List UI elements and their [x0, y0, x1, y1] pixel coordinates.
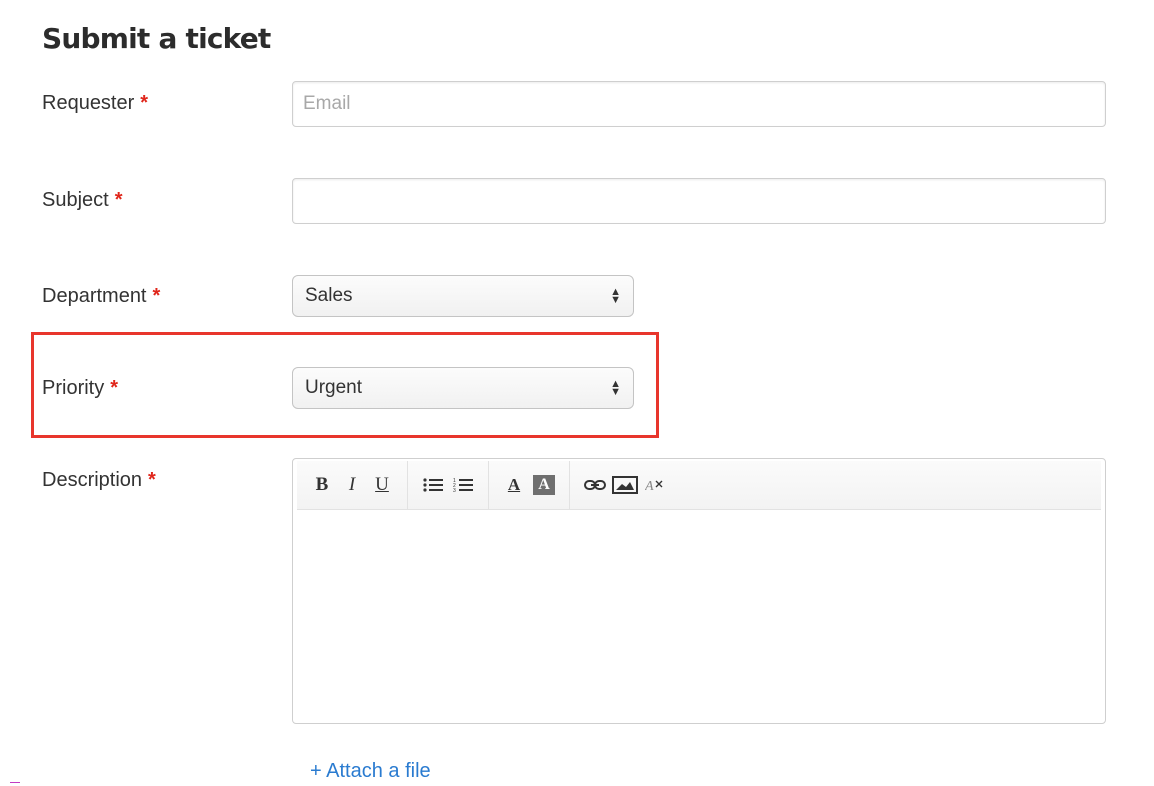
- italic-button[interactable]: I: [337, 470, 367, 500]
- svg-text:A: A: [645, 479, 654, 493]
- description-label: Description *: [42, 469, 156, 492]
- requester-email-input[interactable]: [292, 81, 1106, 127]
- department-label-text: Department: [42, 285, 147, 307]
- priority-selected-value: Urgent: [305, 377, 363, 398]
- toolbar-group-lists: 123: [408, 461, 489, 509]
- divider-mark: [10, 782, 20, 783]
- bullet-list-icon[interactable]: [418, 470, 448, 500]
- requester-label-text: Requester: [42, 92, 135, 114]
- updown-arrows-icon: ▲ ▼: [610, 286, 621, 306]
- required-asterisk: *: [140, 92, 149, 114]
- priority-select[interactable]: Urgent ▲ ▼: [292, 367, 634, 409]
- attach-file-link[interactable]: + Attach a file: [310, 760, 431, 783]
- numbered-list-icon[interactable]: 123: [448, 470, 478, 500]
- updown-arrows-icon: ▲ ▼: [610, 378, 621, 398]
- toolbar-group-colors: A A: [489, 461, 570, 509]
- priority-label: Priority *: [42, 377, 118, 400]
- subject-label: Subject *: [42, 189, 123, 212]
- link-icon[interactable]: [580, 470, 610, 500]
- underline-button[interactable]: U: [367, 470, 397, 500]
- bold-button[interactable]: B: [307, 470, 337, 500]
- required-asterisk: *: [148, 469, 156, 491]
- clear-format-icon[interactable]: A: [640, 470, 670, 500]
- priority-label-text: Priority: [42, 377, 105, 399]
- required-asterisk: *: [114, 189, 123, 211]
- toolbar-group-insert: A: [570, 461, 680, 509]
- svg-text:3: 3: [453, 488, 456, 493]
- required-asterisk: *: [110, 377, 119, 399]
- required-asterisk: *: [152, 285, 161, 307]
- department-selected-value: Sales: [305, 285, 353, 306]
- page-title: Submit a ticket: [42, 22, 271, 55]
- description-label-text: Description: [42, 469, 143, 491]
- image-icon[interactable]: [610, 470, 640, 500]
- highlight-color-button[interactable]: A: [529, 470, 559, 500]
- department-select[interactable]: Sales ▲ ▼: [292, 275, 634, 317]
- toolbar-group-text-style: B I U: [297, 461, 408, 509]
- editor-toolbar: B I U 123 A A A: [297, 461, 1101, 510]
- font-color-button[interactable]: A: [499, 470, 529, 500]
- highlight-color-icon: A: [533, 475, 555, 495]
- subject-label-text: Subject: [42, 189, 109, 211]
- description-editor[interactable]: B I U 123 A A A: [292, 458, 1106, 724]
- requester-label: Requester *: [42, 92, 148, 115]
- subject-input[interactable]: [292, 178, 1106, 224]
- department-label: Department *: [42, 285, 160, 308]
